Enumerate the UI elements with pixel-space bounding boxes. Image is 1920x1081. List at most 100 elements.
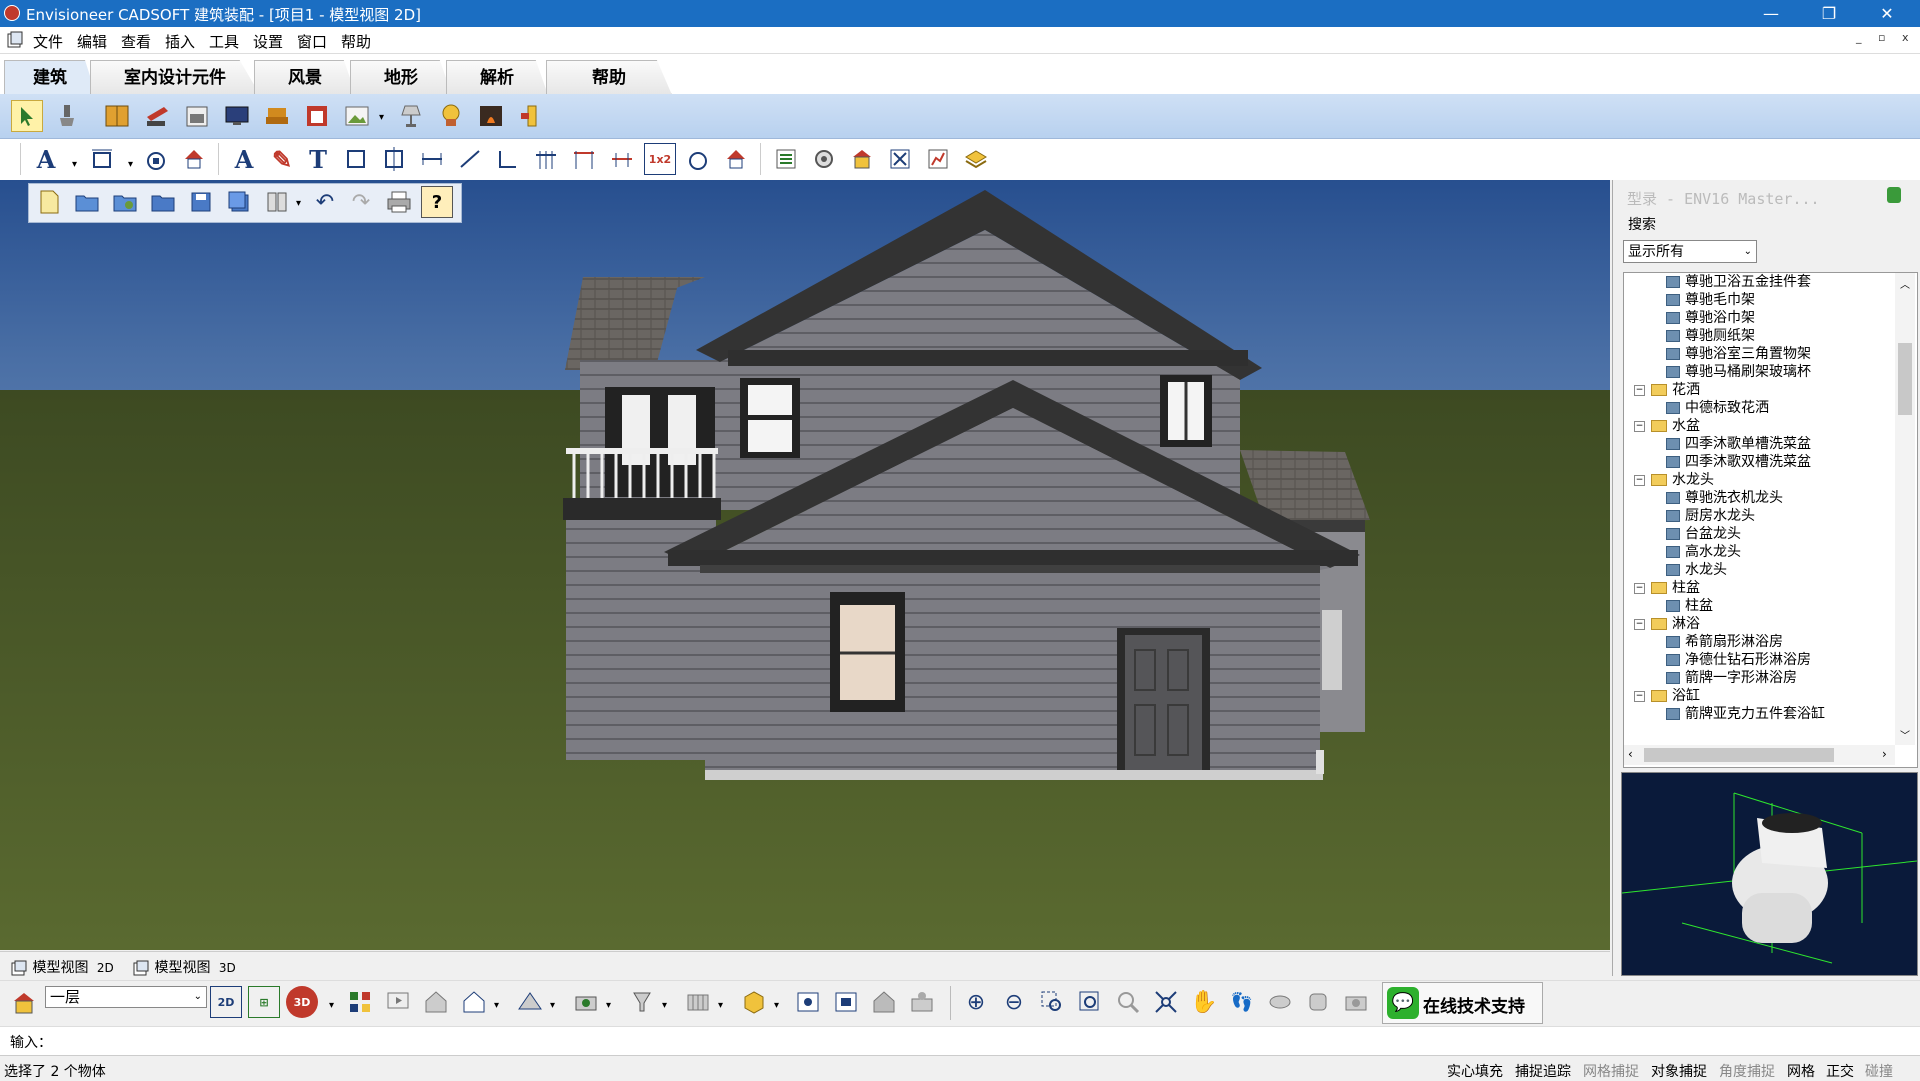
tree-item[interactable]: 尊驰浴室三角置物架 xyxy=(1666,345,1811,363)
scroll-down-icon[interactable]: ﹀ xyxy=(1900,727,1910,742)
filter-select[interactable]: 显示所有 ⌄ xyxy=(1623,240,1757,263)
roof-dropdown-icon[interactable]: ▾ xyxy=(550,1000,555,1011)
house-dropdown-icon[interactable]: ▾ xyxy=(494,1000,499,1011)
minimize-button[interactable]: — xyxy=(1748,0,1794,27)
tree-item[interactable]: 净德仕钻石形淋浴房 xyxy=(1666,651,1811,669)
view-2d-3d-icon[interactable]: ⊞ xyxy=(248,986,280,1018)
mdi-minimize-button[interactable]: _ xyxy=(1856,31,1862,44)
render-settings-icon[interactable] xyxy=(830,986,862,1018)
menu-edit[interactable]: 编辑 xyxy=(77,31,107,52)
search-label[interactable]: 搜索 xyxy=(1628,214,1656,234)
scroll-right-icon[interactable]: › xyxy=(1882,747,1887,761)
menu-tools[interactable]: 工具 xyxy=(209,31,239,52)
roof-view-icon[interactable] xyxy=(514,986,546,1018)
display-settings-icon[interactable] xyxy=(792,986,824,1018)
walk-icon[interactable]: 👣 xyxy=(1226,986,1258,1018)
collapse-icon[interactable]: − xyxy=(1634,582,1645,594)
close-button[interactable]: ✕ xyxy=(1864,0,1910,27)
walkthrough-icon[interactable] xyxy=(906,986,938,1018)
collapse-icon[interactable]: − xyxy=(1634,690,1645,702)
save-as-icon[interactable] xyxy=(223,186,255,218)
walls-view-icon[interactable] xyxy=(682,986,714,1018)
camera-settings-icon[interactable] xyxy=(1340,986,1372,1018)
building-icon[interactable] xyxy=(846,143,878,175)
select-tool-icon[interactable] xyxy=(11,100,43,132)
baseline-dimension-icon[interactable] xyxy=(568,143,600,175)
menu-settings[interactable]: 设置 xyxy=(253,31,283,52)
toggle-ortho[interactable]: 正交 xyxy=(1826,1061,1854,1081)
callout-2-icon[interactable] xyxy=(720,143,752,175)
menu-insert[interactable]: 插入 xyxy=(165,31,195,52)
scroll-thumb[interactable] xyxy=(1898,343,1912,415)
linear-dimension-icon[interactable] xyxy=(416,143,448,175)
room-label-icon[interactable] xyxy=(140,143,172,175)
electronics-icon[interactable] xyxy=(221,100,253,132)
tab-help[interactable]: 帮助 xyxy=(546,60,672,95)
tree-item[interactable]: 四季沐歌单槽洗菜盆 xyxy=(1666,435,1811,453)
callout-icon[interactable] xyxy=(178,143,210,175)
crosshair-icon[interactable] xyxy=(378,143,410,175)
camera-dropdown-icon[interactable]: ▾ xyxy=(606,1000,611,1011)
menu-window[interactable]: 窗口 xyxy=(297,31,327,52)
chain-dimension-icon[interactable] xyxy=(530,143,562,175)
eyedropper-icon[interactable] xyxy=(51,100,83,132)
tree-item[interactable]: 四季沐歌双槽洗菜盆 xyxy=(1666,453,1811,471)
tree-item[interactable]: 水龙头 xyxy=(1666,561,1727,579)
redo-icon[interactable]: ↷ xyxy=(345,186,377,218)
text-icon[interactable]: A xyxy=(228,143,260,175)
zoom-window-icon[interactable] xyxy=(1036,986,1068,1018)
zoom-extents-icon[interactable] xyxy=(1074,986,1106,1018)
angled-dimension-icon[interactable] xyxy=(454,143,486,175)
catalog-tree[interactable]: 尊驰卫浴五金挂件套 尊驰毛巾架 尊驰浴巾架 尊驰厕纸架 尊驰浴室三角置物架 尊驰马桶刷架玻… xyxy=(1623,272,1918,768)
presentation-icon[interactable] xyxy=(382,986,414,1018)
text-box-icon[interactable]: T xyxy=(302,143,334,175)
help-icon[interactable]: ? xyxy=(421,186,453,218)
tree-item[interactable]: 高水龙头 xyxy=(1666,543,1741,561)
tree-folder[interactable]: − 柱盆 xyxy=(1634,579,1700,597)
tree-item[interactable]: 尊驰马桶刷架玻璃杯 xyxy=(1666,363,1811,381)
tab-architecture[interactable]: 建筑 xyxy=(4,60,96,95)
text-style-dropdown-icon[interactable]: ▾ xyxy=(72,159,77,170)
cube-dropdown-icon[interactable]: ▾ xyxy=(774,1000,779,1011)
tree-folder[interactable]: − 花洒 xyxy=(1634,381,1700,399)
settings-gear-icon[interactable] xyxy=(808,143,840,175)
restore-button[interactable]: ❐ xyxy=(1806,0,1852,27)
plant-icon[interactable] xyxy=(435,100,467,132)
tab-model-view-2d[interactable]: 模型视图 2D xyxy=(10,957,114,977)
tree-item[interactable]: 中德标致花洒 xyxy=(1666,399,1769,417)
new-file-icon[interactable] xyxy=(33,186,65,218)
tree-item[interactable]: 尊驰卫浴五金挂件套 xyxy=(1666,273,1811,291)
layers-icon[interactable] xyxy=(960,143,992,175)
room-label-2-icon[interactable] xyxy=(682,143,714,175)
toggle-snap-tracking[interactable]: 捕捉追踪 xyxy=(1515,1061,1571,1081)
picture-dropdown-icon[interactable]: ▾ xyxy=(379,112,384,123)
camera-icon[interactable] xyxy=(570,986,602,1018)
command-line[interactable]: 输入： xyxy=(0,1026,1920,1055)
toggle-object-snap[interactable]: 对象捕捉 xyxy=(1651,1061,1707,1081)
toggle-angle-snap[interactable]: 角度捕捉 xyxy=(1719,1061,1775,1081)
house-outline-icon[interactable] xyxy=(420,986,452,1018)
tree-item[interactable]: 箭牌一字形淋浴房 xyxy=(1666,669,1797,687)
overall-dimension-icon[interactable] xyxy=(606,143,638,175)
menu-view[interactable]: 查看 xyxy=(121,31,151,52)
tab-terrain[interactable]: 地形 xyxy=(350,60,452,95)
tree-item[interactable]: 尊驰洗衣机龙头 xyxy=(1666,489,1783,507)
rectangle-icon[interactable] xyxy=(340,143,372,175)
properties-list-icon[interactable] xyxy=(770,143,802,175)
report-icon[interactable] xyxy=(922,143,954,175)
toggle-grid[interactable]: 网格 xyxy=(1787,1061,1815,1081)
view-3d-dropdown-icon[interactable]: ▾ xyxy=(329,1000,334,1011)
view-2d-icon[interactable]: 2D xyxy=(210,986,242,1018)
print-icon[interactable] xyxy=(383,186,415,218)
app-icon[interactable] xyxy=(4,5,20,21)
hscroll-thumb[interactable] xyxy=(1644,748,1834,762)
countertop-icon[interactable] xyxy=(141,100,173,132)
dimension-dropdown-icon[interactable]: ▾ xyxy=(128,159,133,170)
floor-icon[interactable] xyxy=(8,987,40,1019)
tab-model-view-3d[interactable]: 模型视图 3D xyxy=(132,957,236,977)
appliance-icon[interactable] xyxy=(181,100,213,132)
scroll-left-icon[interactable]: ‹ xyxy=(1628,747,1633,761)
tree-item[interactable]: 希箭扇形淋浴房 xyxy=(1666,633,1783,651)
floor-select[interactable]: 一层 ⌄ xyxy=(45,986,207,1008)
tilt-icon[interactable] xyxy=(1302,986,1334,1018)
